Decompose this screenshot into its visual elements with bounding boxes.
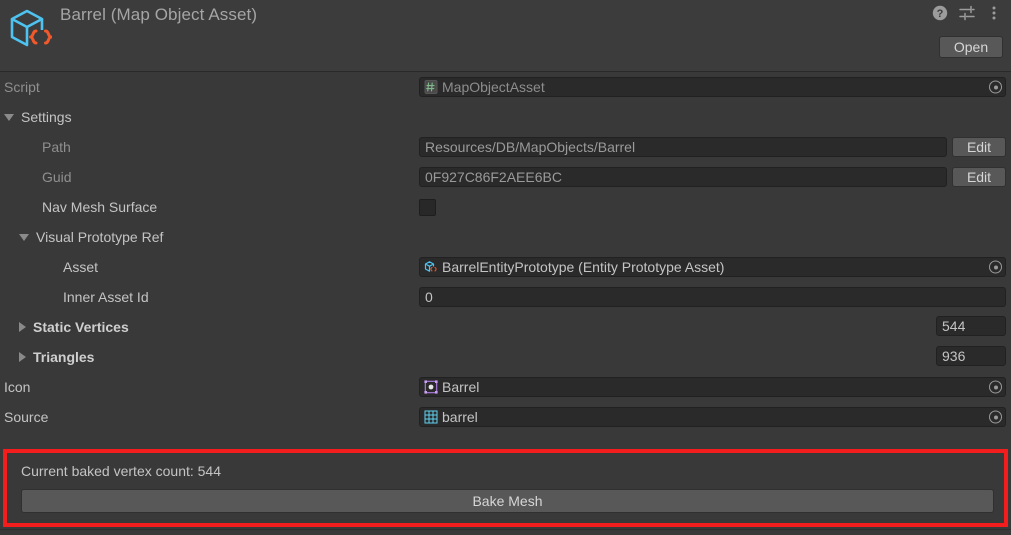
settings-label: Settings bbox=[21, 109, 72, 125]
guid-field-area: 0F927C86F2AEE6BC Edit bbox=[419, 165, 1006, 189]
visual-prototype-ref-foldout[interactable]: Visual Prototype Ref bbox=[0, 222, 163, 252]
asset-field-area: BarrelEntityPrototype (Entity Prototype … bbox=[419, 255, 1006, 279]
object-picker-icon[interactable] bbox=[989, 380, 1002, 394]
row-path: Path Resources/DB/MapObjects/Barrel Edit bbox=[0, 132, 1011, 162]
inspector-body: Script MapObjectAsset Settings Path Reso… bbox=[0, 72, 1011, 432]
row-inner-asset-id: Inner Asset Id 0 bbox=[0, 282, 1011, 312]
asset-label: Asset bbox=[63, 259, 99, 275]
open-button[interactable]: Open bbox=[939, 36, 1003, 58]
bake-mesh-button[interactable]: Bake Mesh bbox=[21, 489, 994, 513]
guid-edit-button[interactable]: Edit bbox=[952, 167, 1006, 187]
object-picker-icon[interactable] bbox=[989, 260, 1002, 274]
row-settings-foldout[interactable]: Settings bbox=[0, 102, 1011, 132]
entity-prototype-cube-icon bbox=[423, 260, 438, 275]
chevron-right-icon bbox=[19, 352, 26, 362]
scriptable-object-cube-icon bbox=[8, 6, 53, 54]
path-edit-button[interactable]: Edit bbox=[952, 137, 1006, 157]
icon-field-area: Barrel bbox=[419, 375, 1006, 399]
path-label: Path bbox=[42, 139, 71, 155]
row-asset: Asset BarrelEntityPrototype (Entity Prot… bbox=[0, 252, 1011, 282]
nav-mesh-surface-checkbox[interactable] bbox=[419, 198, 436, 216]
chevron-down-icon bbox=[19, 233, 29, 241]
row-icon: Icon Barrel bbox=[0, 372, 1011, 402]
bake-mesh-panel-highlight: Current baked vertex count: 544 Bake Mes… bbox=[3, 449, 1008, 527]
row-source: Source barrel bbox=[0, 402, 1011, 432]
sprite-texture-icon bbox=[423, 380, 438, 395]
row-static-vertices: Static Vertices 544 bbox=[0, 312, 1011, 342]
icon-object-field[interactable]: Barrel bbox=[419, 377, 1006, 397]
csharp-script-icon bbox=[423, 80, 438, 95]
triangles-foldout[interactable]: Triangles bbox=[0, 342, 94, 372]
source-object-field[interactable]: barrel bbox=[419, 407, 1006, 427]
nav-mesh-surface-field-area bbox=[419, 195, 1006, 219]
page-title: Barrel (Map Object Asset) bbox=[60, 5, 258, 24]
object-picker-icon[interactable] bbox=[989, 410, 1002, 424]
row-guid: Guid 0F927C86F2AEE6BC Edit bbox=[0, 162, 1011, 192]
script-field-area: MapObjectAsset bbox=[419, 75, 1006, 99]
script-object-field[interactable]: MapObjectAsset bbox=[419, 77, 1006, 97]
icon-value: Barrel bbox=[442, 379, 480, 395]
path-input[interactable]: Resources/DB/MapObjects/Barrel bbox=[419, 137, 947, 157]
icon-label: Icon bbox=[4, 379, 31, 395]
static-vertices-count[interactable]: 544 bbox=[936, 316, 1006, 336]
guid-input[interactable]: 0F927C86F2AEE6BC bbox=[419, 167, 947, 187]
svg-text:?: ? bbox=[937, 8, 944, 20]
kebab-menu-icon[interactable] bbox=[985, 4, 1003, 22]
source-field-area: barrel bbox=[419, 405, 1006, 429]
footer-strip bbox=[0, 529, 1011, 535]
path-field-area: Resources/DB/MapObjects/Barrel Edit bbox=[419, 135, 1006, 159]
triangles-count[interactable]: 936 bbox=[936, 346, 1006, 366]
nav-mesh-surface-label: Nav Mesh Surface bbox=[42, 199, 158, 215]
inner-asset-id-input[interactable]: 0 bbox=[419, 287, 1006, 307]
inner-asset-id-field-area: 0 bbox=[419, 285, 1006, 309]
preset-sliders-icon[interactable] bbox=[958, 4, 976, 22]
header-icon-group: ? bbox=[931, 4, 1003, 22]
static-vertices-label: Static Vertices bbox=[33, 319, 129, 335]
help-icon[interactable]: ? bbox=[931, 4, 949, 22]
row-triangles: Triangles 936 bbox=[0, 342, 1011, 372]
inspector-header: Barrel (Map Object Asset) ? Open bbox=[0, 0, 1011, 72]
row-nav-mesh-surface: Nav Mesh Surface bbox=[0, 192, 1011, 222]
asset-value: BarrelEntityPrototype (Entity Prototype … bbox=[442, 259, 725, 275]
row-visual-prototype-ref-foldout[interactable]: Visual Prototype Ref bbox=[0, 222, 1011, 252]
chevron-down-icon bbox=[4, 113, 14, 121]
static-vertices-foldout[interactable]: Static Vertices bbox=[0, 312, 129, 342]
source-label: Source bbox=[4, 409, 49, 425]
settings-foldout[interactable]: Settings bbox=[0, 102, 72, 132]
chevron-right-icon bbox=[19, 322, 26, 332]
baked-vertex-count-status: Current baked vertex count: 544 bbox=[21, 463, 222, 479]
inner-asset-id-label: Inner Asset Id bbox=[63, 289, 149, 305]
script-value: MapObjectAsset bbox=[442, 79, 545, 95]
guid-label: Guid bbox=[42, 169, 72, 185]
object-picker-icon[interactable] bbox=[989, 80, 1002, 94]
script-label: Script bbox=[4, 79, 40, 95]
visual-prototype-ref-label: Visual Prototype Ref bbox=[36, 229, 164, 245]
asset-object-field[interactable]: BarrelEntityPrototype (Entity Prototype … bbox=[419, 257, 1006, 277]
mesh-grid-icon bbox=[423, 410, 438, 425]
row-script: Script MapObjectAsset bbox=[0, 72, 1011, 102]
triangles-label: Triangles bbox=[33, 349, 95, 365]
source-value: barrel bbox=[442, 409, 478, 425]
